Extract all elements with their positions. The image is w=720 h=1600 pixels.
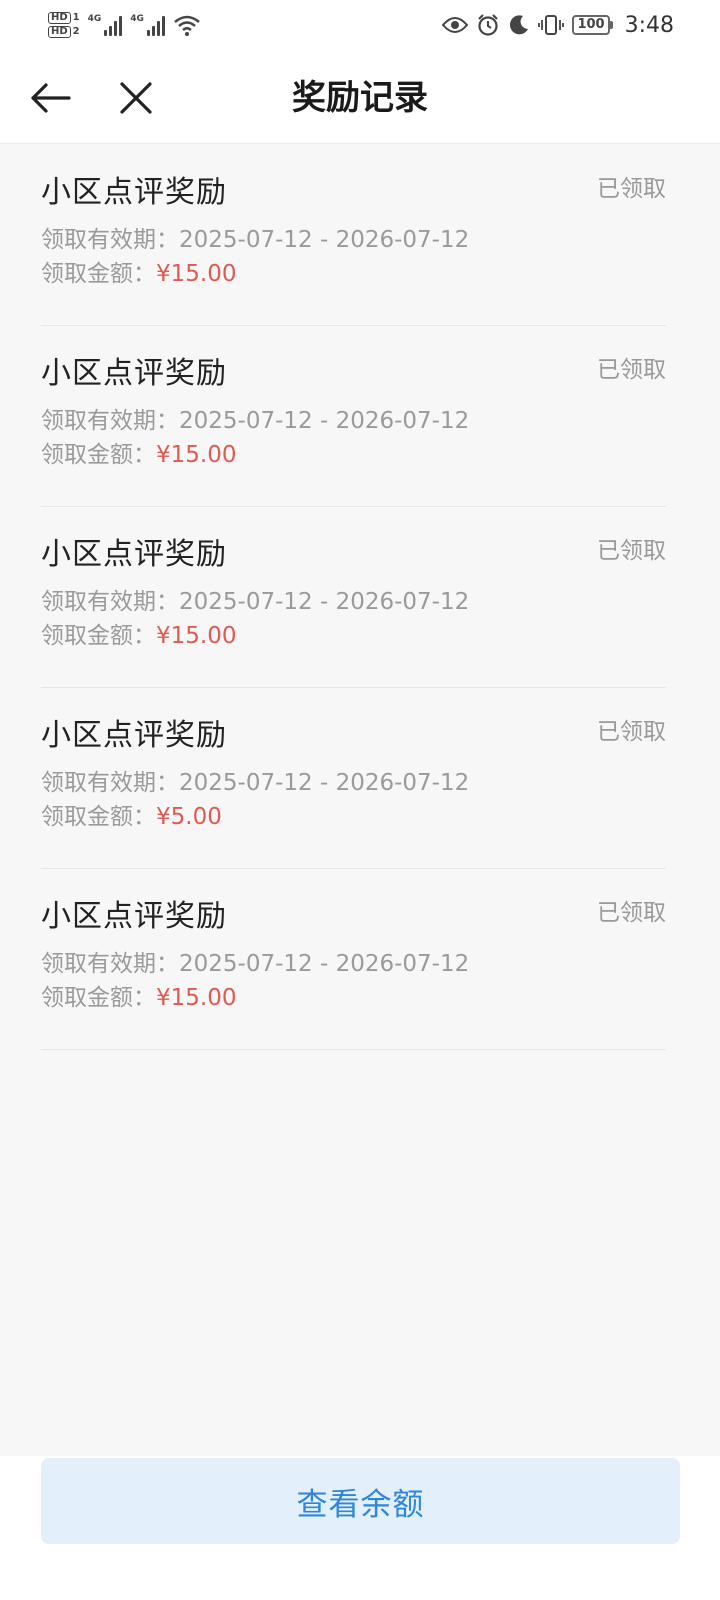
- reward-amount-line: 领取金额：¥15.00: [41, 985, 237, 1011]
- signal-sim1-icon: 4G: [88, 14, 123, 36]
- status-bar-left: HD 1 HD 2 4G 4G: [48, 12, 201, 38]
- reward-title: 小区点评奖励: [41, 537, 227, 572]
- reward-status-badge: 已领取: [597, 176, 666, 202]
- eye-comfort-icon: [442, 17, 469, 33]
- reward-amount: ¥15.00: [156, 442, 237, 468]
- reward-status-badge: 已领取: [597, 900, 666, 926]
- bottom-action-bar: 查看余额: [0, 1456, 720, 1600]
- reward-amount: ¥5.00: [156, 804, 222, 830]
- reward-list-item[interactable]: 小区点评奖励 已领取 领取有效期：2025-07-12 - 2026-07-12…: [41, 688, 666, 869]
- reward-title: 小区点评奖励: [41, 718, 227, 753]
- hd-indicators: HD 1 HD 2: [48, 12, 80, 38]
- battery-icon: 100: [572, 15, 613, 35]
- vibrate-icon: [538, 15, 565, 35]
- reward-validity: 领取有效期：2025-07-12 - 2026-07-12: [41, 408, 470, 434]
- status-time: 3:48: [624, 12, 674, 38]
- reward-list-item[interactable]: 小区点评奖励 已领取 领取有效期：2025-07-12 - 2026-07-12…: [41, 326, 666, 507]
- reward-title: 小区点评奖励: [41, 175, 227, 210]
- reward-list-item[interactable]: 小区点评奖励 已领取 领取有效期：2025-07-12 - 2026-07-12…: [41, 145, 666, 326]
- status-bar: HD 1 HD 2 4G 4G 100 3:48: [0, 0, 720, 50]
- reward-list-item[interactable]: 小区点评奖励 已领取 领取有效期：2025-07-12 - 2026-07-12…: [41, 507, 666, 688]
- reward-amount: ¥15.00: [156, 623, 237, 649]
- reward-amount: ¥15.00: [156, 261, 237, 287]
- hd-sim1-badge: HD 1: [48, 12, 80, 24]
- status-bar-right: 100 3:48: [442, 13, 674, 38]
- reward-validity: 领取有效期：2025-07-12 - 2026-07-12: [41, 770, 470, 796]
- alarm-icon: [478, 14, 499, 36]
- reward-title: 小区点评奖励: [41, 899, 227, 934]
- reward-list-item[interactable]: 小区点评奖励 已领取 领取有效期：2025-07-12 - 2026-07-12…: [41, 869, 666, 1050]
- reward-records-page: HD 1 HD 2 4G 4G 100 3:48 奖励记录 小区点评奖励 已领取…: [0, 0, 720, 1600]
- reward-status-badge: 已领取: [597, 357, 666, 383]
- do-not-disturb-moon-icon: [510, 15, 529, 35]
- reward-amount-line: 领取金额：¥15.00: [41, 442, 237, 468]
- reward-status-badge: 已领取: [597, 538, 666, 564]
- reward-amount-line: 领取金额：¥5.00: [41, 804, 222, 830]
- signal-sim2-icon: 4G: [130, 14, 165, 36]
- reward-validity: 领取有效期：2025-07-12 - 2026-07-12: [41, 227, 470, 253]
- view-balance-button[interactable]: 查看余额: [41, 1458, 680, 1544]
- reward-status-badge: 已领取: [597, 719, 666, 745]
- reward-title: 小区点评奖励: [41, 356, 227, 391]
- reward-list: 小区点评奖励 已领取 领取有效期：2025-07-12 - 2026-07-12…: [0, 145, 720, 1050]
- reward-amount-line: 领取金额：¥15.00: [41, 623, 237, 649]
- page-title: 奖励记录: [292, 78, 428, 118]
- reward-amount: ¥15.00: [156, 985, 237, 1011]
- reward-validity: 领取有效期：2025-07-12 - 2026-07-12: [41, 589, 470, 615]
- reward-amount-line: 领取金额：¥15.00: [41, 261, 237, 287]
- app-header: 奖励记录: [0, 50, 720, 144]
- reward-validity: 领取有效期：2025-07-12 - 2026-07-12: [41, 951, 470, 977]
- wifi-icon: [174, 15, 200, 36]
- hd-sim2-badge: HD 2: [48, 26, 80, 38]
